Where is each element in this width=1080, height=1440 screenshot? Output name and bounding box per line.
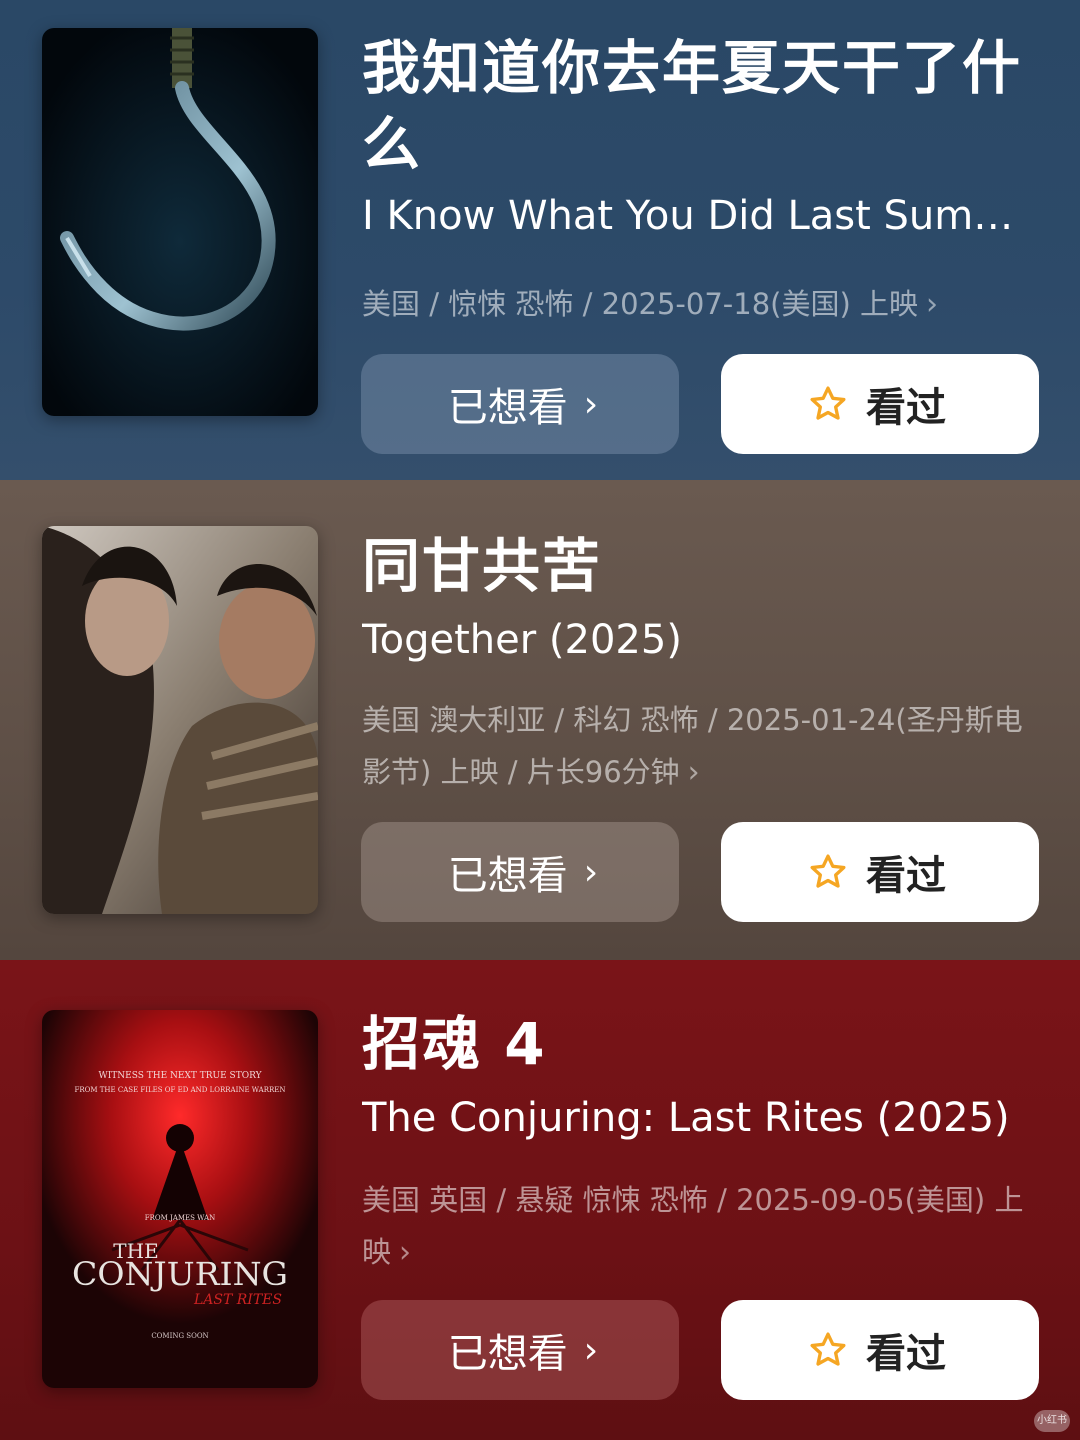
chevron-right-icon: › bbox=[583, 383, 599, 425]
movie-title-en: The Conjuring: Last Rites (2025) bbox=[362, 1095, 1010, 1141]
chevron-right-icon: › bbox=[399, 1235, 412, 1270]
poster-tagline-1: WITNESS THE NEXT TRUE STORY bbox=[98, 1071, 262, 1081]
movie-poster-1[interactable] bbox=[42, 28, 318, 416]
movie-title-cn[interactable]: 同甘共苦 bbox=[362, 528, 1042, 604]
watermark-badge: 小红书 bbox=[1034, 1410, 1070, 1432]
movie-title-cn[interactable]: 我知道你去年夏天干了什么 bbox=[362, 30, 1042, 182]
want-to-watch-label: 已想看 bbox=[447, 1331, 568, 1377]
movie-meta-text: 美国 英国 / 悬疑 惊悚 恐怖 / 2025-09-05(美国) 上映 bbox=[362, 1183, 1024, 1269]
watched-button[interactable]: 看过 bbox=[721, 1300, 1039, 1400]
poster-credit: FROM JAMES WAN bbox=[145, 1214, 215, 1222]
poster-logo: CONJURING bbox=[72, 1255, 288, 1293]
poster-tagline-2: FROM THE CASE FILES OF ED AND LORRAINE W… bbox=[75, 1086, 286, 1094]
movie-card-3[interactable]: WITNESS THE NEXT TRUE STORY FROM THE CAS… bbox=[0, 960, 1080, 1440]
want-to-watch-label: 已想看 bbox=[447, 385, 568, 431]
poster-logo-sub: LAST RITES bbox=[193, 1292, 282, 1308]
chevron-right-icon: › bbox=[583, 851, 599, 893]
chevron-right-icon: › bbox=[687, 755, 700, 790]
want-to-watch-button[interactable]: 已想看 › bbox=[361, 354, 679, 454]
movie-card-1[interactable]: 我知道你去年夏天干了什么 I Know What You Did Last Su… bbox=[0, 0, 1080, 480]
chevron-right-icon: › bbox=[926, 287, 939, 322]
watched-label: 看过 bbox=[866, 1331, 946, 1377]
star-icon bbox=[810, 1332, 846, 1366]
watched-label: 看过 bbox=[866, 385, 946, 431]
movie-title-cn[interactable]: 招魂 4 bbox=[362, 1006, 1042, 1082]
movie-poster-3[interactable]: WITNESS THE NEXT TRUE STORY FROM THE CAS… bbox=[42, 1010, 318, 1388]
hook-poster-image bbox=[42, 28, 318, 416]
movie-meta[interactable]: 美国 / 惊悚 恐怖 / 2025-07-18(美国) 上映 › bbox=[362, 278, 1032, 331]
movie-title-en: Together (2025) bbox=[362, 617, 682, 663]
watched-button[interactable]: 看过 bbox=[721, 354, 1039, 454]
watched-button[interactable]: 看过 bbox=[721, 822, 1039, 922]
movie-title-en: I Know What You Did Last Summ... bbox=[362, 193, 1042, 239]
movie-poster-2[interactable] bbox=[42, 526, 318, 914]
star-icon bbox=[810, 854, 846, 888]
chevron-right-icon: › bbox=[583, 1329, 599, 1371]
star-icon bbox=[810, 386, 846, 420]
movie-meta[interactable]: 美国 英国 / 悬疑 惊悚 恐怖 / 2025-09-05(美国) 上映 › bbox=[362, 1174, 1032, 1279]
conjuring-poster-image: WITNESS THE NEXT TRUE STORY FROM THE CAS… bbox=[42, 1010, 318, 1388]
watched-label: 看过 bbox=[866, 853, 946, 899]
movie-meta-text: 美国 / 惊悚 恐怖 / 2025-07-18(美国) 上映 bbox=[362, 287, 919, 321]
poster-coming-soon: COMING SOON bbox=[151, 1332, 208, 1340]
movie-card-2[interactable]: 同甘共苦 Together (2025) 美国 澳大利亚 / 科幻 恐怖 / 2… bbox=[0, 480, 1080, 960]
movie-meta[interactable]: 美国 澳大利亚 / 科幻 恐怖 / 2025-01-24(圣丹斯电影节) 上映 … bbox=[362, 694, 1032, 799]
want-to-watch-button[interactable]: 已想看 › bbox=[361, 1300, 679, 1400]
want-to-watch-button[interactable]: 已想看 › bbox=[361, 822, 679, 922]
couple-poster-image bbox=[42, 526, 318, 914]
want-to-watch-label: 已想看 bbox=[447, 853, 568, 899]
